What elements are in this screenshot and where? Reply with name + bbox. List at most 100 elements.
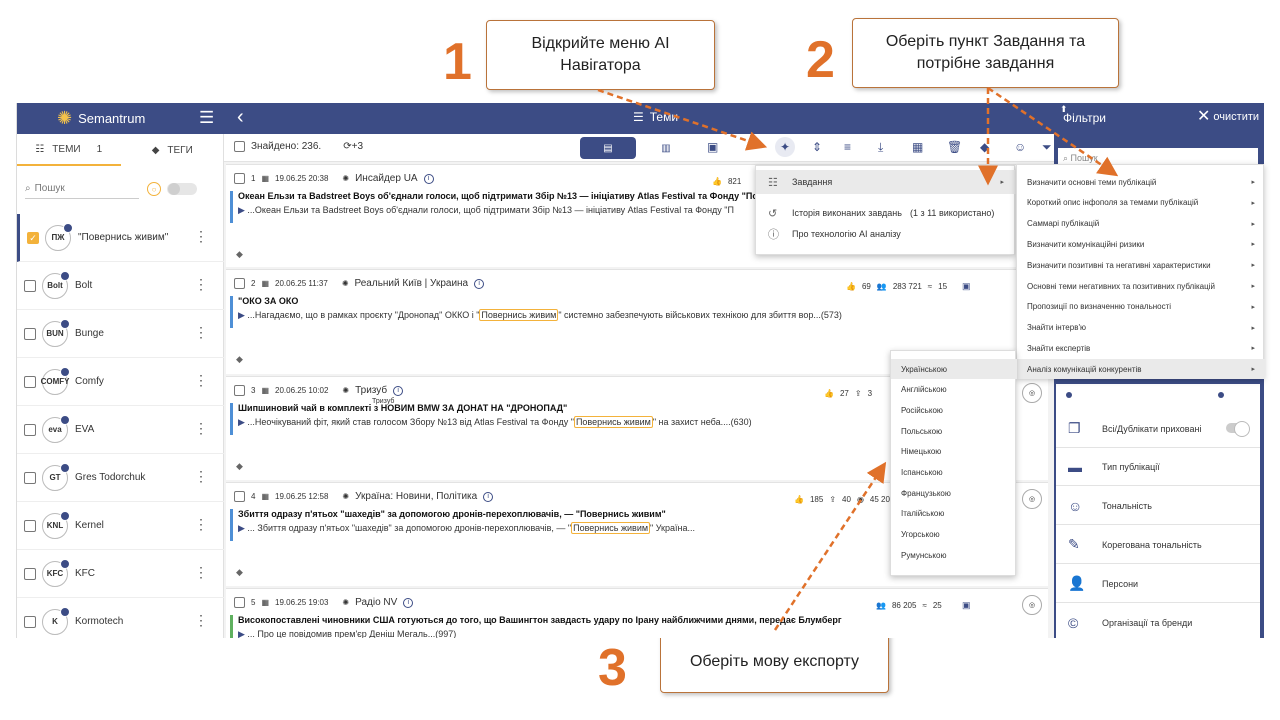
tag-icon[interactable]: ◆ [236, 249, 243, 260]
post-checkbox[interactable] [234, 173, 245, 184]
menu-item-tasks[interactable]: ☷ Завдання ▸ [756, 170, 1016, 194]
date-slider[interactable] [1056, 384, 1260, 408]
language-menu-item[interactable]: Іспанською [891, 463, 1017, 483]
theme-checkbox[interactable] [24, 327, 36, 340]
view-documents-button[interactable]: ▤ [580, 137, 636, 159]
filter-duplicates[interactable]: ❐ Всі/Дублікати приховані [1056, 410, 1260, 448]
language-menu-item[interactable]: Англійською [891, 380, 1017, 400]
tag-icon[interactable]: ◆ [236, 567, 243, 578]
document-icon[interactable]: ▣ [962, 600, 971, 611]
theme-item[interactable]: Bolt Bolt ⋮ [17, 262, 224, 310]
select-all-checkbox[interactable] [234, 141, 245, 152]
theme-checkbox[interactable] [24, 615, 36, 628]
delete-icon[interactable]: 🗑 [947, 140, 962, 154]
language-menu-item[interactable]: Польською [891, 421, 1017, 441]
post-title[interactable]: Океан Ельзи та Badstreet Boys об'єднали … [238, 191, 795, 201]
tab-tags[interactable]: ◆ ТЕГИ [121, 134, 225, 166]
sort-icon[interactable]: ⇕ [812, 140, 822, 154]
language-menu-item[interactable]: Угорською [891, 525, 1017, 545]
post-title[interactable]: Високопоставлені чиновники США готуються… [238, 615, 842, 625]
tab-themes[interactable]: ☷ ТЕМИ 1 [17, 134, 121, 166]
more-options-icon[interactable]: ⋮ [194, 372, 208, 388]
ai-navigator-icon[interactable]: ✦ [775, 137, 795, 157]
task-menu-item[interactable]: Визначити основні теми публікацій ▸ [1017, 172, 1265, 192]
theme-checkbox[interactable] [24, 423, 36, 436]
task-menu-item[interactable]: Саммарі публікацій ▸ [1017, 214, 1265, 234]
post-source[interactable]: Реальний Київ | Украина [355, 278, 469, 289]
save-icon[interactable]: ▦ [912, 140, 923, 154]
filter-item[interactable]: © Організації та бренди [1056, 604, 1260, 638]
post-title[interactable]: Збиття одразу п'ятьох "шахедів" за допом… [238, 509, 666, 519]
more-options-icon[interactable]: ⋮ [194, 516, 208, 532]
more-options-icon[interactable]: ⋮ [194, 324, 208, 340]
language-menu-item[interactable]: Італійською [891, 504, 1017, 524]
task-menu-item[interactable]: Знайти експертів ▸ [1017, 338, 1265, 358]
task-menu-item[interactable]: Знайти інтерв'ю ▸ [1017, 318, 1265, 338]
smile-icon[interactable]: ☺ [1014, 140, 1026, 154]
filter-icon[interactable]: ⏷ [1042, 140, 1052, 154]
task-menu-item[interactable]: Визначити комунікаційні ризики ▸ [1017, 234, 1265, 254]
post-checkbox[interactable] [234, 491, 245, 502]
document-icon[interactable]: ▣ [962, 281, 971, 292]
language-menu-item[interactable]: Німецькою [891, 442, 1017, 462]
post-source[interactable]: Україна: Новини, Політика [355, 491, 477, 502]
theme-item[interactable]: BUN Bunge ⋮ [17, 310, 224, 358]
clear-filters-button[interactable]: ✕ очистити [1197, 109, 1259, 125]
slider-handle-left[interactable] [1066, 392, 1072, 398]
filter-item[interactable]: ▬ Тип публікації [1056, 448, 1260, 486]
task-menu-item[interactable]: Аналіз комунікацій конкурентів ▸ [1017, 359, 1265, 380]
info-icon[interactable]: i [423, 173, 434, 184]
info-icon[interactable]: i [483, 491, 494, 502]
image-icon[interactable]: ▣ [707, 140, 718, 154]
logo[interactable]: ✺ Semantrum [57, 109, 145, 127]
filter-item[interactable]: ☺ Тональність [1056, 487, 1260, 525]
more-options-icon[interactable]: ⋮ [194, 468, 208, 484]
info-icon[interactable]: i [393, 385, 404, 396]
language-menu-item[interactable]: Російською [891, 400, 1017, 420]
more-options-icon[interactable]: ⋮ [194, 420, 208, 436]
tag-icon[interactable]: ◆ [236, 354, 243, 365]
theme-item[interactable]: K Kormotech ⋮ [17, 598, 224, 638]
post-title[interactable]: Шипшиновий чай в комплекті з НОВИМ BMW З… [238, 403, 567, 413]
theme-item[interactable]: GT Gres Todorchuk ⋮ [17, 454, 224, 502]
task-menu-item[interactable]: Визначити позитивні та негативні характе… [1017, 255, 1265, 275]
filter-ring-icon[interactable]: ○ [147, 182, 161, 196]
task-menu-item[interactable]: Короткий опис інфополя за темами публіка… [1017, 193, 1265, 213]
theme-item[interactable]: KFC KFC ⋮ [17, 550, 224, 598]
theme-item[interactable]: eva EVA ⋮ [17, 406, 224, 454]
text-align-icon[interactable]: ≡ [844, 140, 851, 154]
info-icon[interactable]: i [403, 597, 414, 608]
theme-checkbox[interactable] [24, 375, 36, 388]
hamburger-menu-icon[interactable]: ☰ [199, 108, 214, 128]
info-icon[interactable]: i [474, 278, 485, 289]
post-title[interactable]: "ОКО ЗА ОКО [238, 296, 298, 306]
view-stats-button[interactable]: ▥ [638, 137, 694, 159]
task-menu-item[interactable]: Основні теми негативних та позитивних пу… [1017, 276, 1265, 296]
more-options-icon[interactable]: ⋮ [194, 228, 208, 244]
slider-handle-right[interactable] [1218, 392, 1224, 398]
tag-icon[interactable]: ◆ [236, 461, 243, 472]
language-menu-item[interactable]: Українською [891, 359, 1017, 379]
language-menu-item[interactable]: Французькою [891, 483, 1017, 503]
more-options-icon[interactable]: ⋮ [194, 612, 208, 628]
post-source[interactable]: Инсайдер UA [355, 173, 418, 184]
duplicates-toggle[interactable] [1226, 421, 1250, 437]
post-source[interactable]: Тризуб [355, 385, 387, 396]
theme-item[interactable]: ✓ ПЖ "Повернись живим" ⋮ [17, 214, 224, 262]
sidebar-search-input[interactable]: ⌕ Пошук [25, 179, 139, 199]
tag-icon[interactable]: ◆ [980, 140, 989, 154]
theme-checkbox[interactable] [24, 279, 36, 292]
menu-item-about-ai[interactable]: ⓘ Про технологію AI аналізу [756, 222, 1016, 246]
sidebar-toggle[interactable] [167, 183, 197, 195]
refresh-button[interactable]: ⟳+3 [343, 141, 363, 152]
more-options-icon[interactable]: ⋮ [194, 564, 208, 580]
language-menu-item[interactable]: Румунською [891, 545, 1017, 565]
filter-item[interactable]: ✎ Корегована тональність [1056, 526, 1260, 564]
theme-checkbox[interactable] [24, 519, 36, 532]
theme-checkbox[interactable] [24, 567, 36, 580]
theme-checkbox[interactable]: ✓ [27, 231, 39, 244]
more-options-icon[interactable]: ⋮ [194, 276, 208, 292]
post-source[interactable]: Радіо NV [355, 597, 397, 608]
post-checkbox[interactable] [234, 597, 245, 608]
theme-item[interactable]: COMFY Comfy ⋮ [17, 358, 224, 406]
